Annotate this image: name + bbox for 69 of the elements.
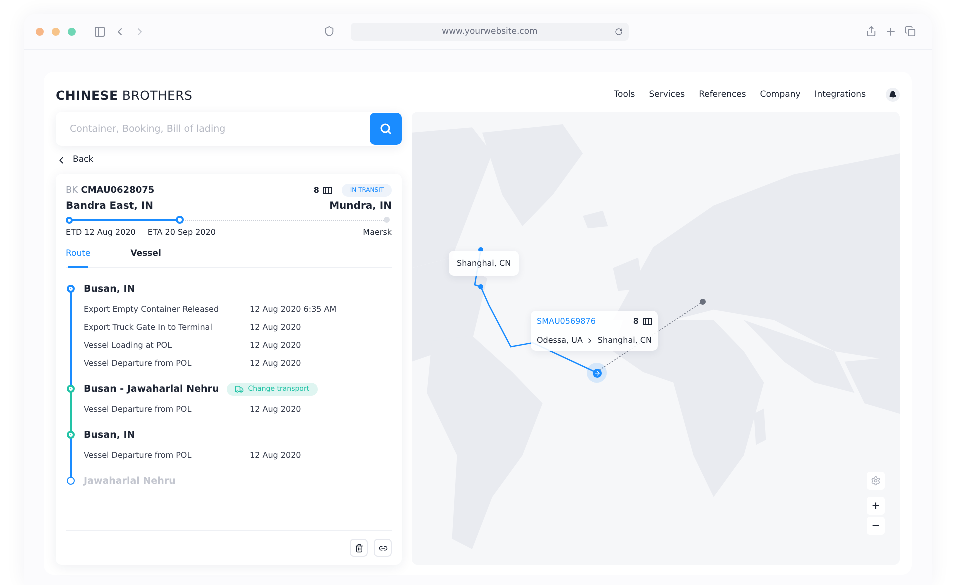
share-icon[interactable]	[866, 26, 877, 37]
nav-link[interactable]: Company	[760, 90, 801, 100]
start-point	[66, 216, 73, 224]
popup-origin: Odessa, UA	[537, 336, 583, 345]
vessel-marker[interactable]	[587, 363, 607, 383]
origin-port: Bandra East, IN	[66, 201, 154, 212]
close-dot[interactable]	[36, 28, 44, 36]
booking-number: BK CMAU0628075	[66, 186, 155, 196]
popup-container-number: SMAU0569876	[537, 317, 596, 326]
stop-marker	[66, 431, 74, 439]
search-button[interactable]	[370, 113, 402, 145]
tabs-icon[interactable]	[905, 26, 916, 37]
truck-icon	[235, 384, 244, 394]
container-icon	[323, 187, 332, 194]
location-label: Shanghai, CN	[449, 251, 520, 276]
search-field[interactable]: Container, Booking, Bill of lading	[56, 112, 402, 146]
shield-icon[interactable]	[324, 26, 335, 37]
popup-destination: Shanghai, CN	[598, 336, 652, 345]
sidebar-icon[interactable]	[94, 26, 106, 38]
search-input[interactable]: Container, Booking, Bill of lading	[68, 122, 370, 136]
popup-count: 8	[633, 317, 639, 326]
event-date: 12 Aug 2020	[250, 404, 302, 414]
event-label: Vessel Departure from POL	[84, 358, 193, 368]
stop-name: Jawaharlal Nehru	[84, 476, 176, 486]
event-label: Vessel Loading at POL	[84, 340, 174, 350]
zoom-out-button[interactable]: −	[867, 517, 885, 535]
event-label: Vessel Departure from POL	[84, 404, 193, 414]
stop-marker	[66, 477, 74, 485]
carrier-name: Maersk	[363, 228, 392, 237]
maximize-dot[interactable]	[68, 28, 76, 36]
stop-marker	[66, 385, 74, 393]
nav-link[interactable]: Integrations	[814, 90, 866, 100]
nav-link[interactable]: Tools	[614, 90, 636, 100]
minimize-dot[interactable]	[52, 28, 60, 36]
settings-button[interactable]	[867, 472, 885, 490]
stop-name: Busan, IN	[84, 284, 136, 294]
bell-icon[interactable]	[886, 88, 900, 102]
event-label: Export Empty Container Released	[84, 304, 220, 314]
event-label: Vessel Departure from POL	[84, 450, 193, 460]
brand-logo[interactable]: CHINESE BROTHERS	[56, 88, 193, 102]
event-label: Export Truck Gate In to Terminal	[84, 322, 214, 332]
search-icon	[380, 123, 392, 135]
zoom-in-button[interactable]: +	[867, 497, 885, 515]
event-date: 12 Aug 2020 6:35 AM	[250, 304, 338, 314]
stop-name: Busan, IN	[84, 430, 136, 440]
delete-button[interactable]	[350, 539, 368, 557]
event-date: 12 Aug 2020	[250, 358, 302, 368]
settings-icon	[871, 476, 881, 486]
back-link[interactable]: Back	[56, 152, 94, 168]
event-date: 12 Aug 2020	[250, 450, 302, 460]
stop-marker	[66, 285, 74, 293]
arrival-date: ETA 20 Sep 2020	[148, 228, 216, 237]
address-bar[interactable]: www.yourwebsite.com	[351, 22, 629, 40]
trash-icon	[354, 544, 364, 552]
tab[interactable]: Vessel	[130, 249, 162, 259]
new-tab-icon[interactable]	[885, 26, 897, 38]
link-button[interactable]	[374, 539, 392, 557]
link-icon	[378, 544, 388, 552]
stop-name: Busan - Jawaharlal Nehru	[84, 384, 220, 394]
container-count: 8	[314, 186, 320, 195]
departure-date: ETD 12 Aug 2020	[66, 228, 136, 237]
container-icon	[643, 318, 652, 325]
destination-port: Mundra, IN	[330, 201, 392, 212]
nav-link[interactable]: Services	[649, 90, 686, 100]
reload-icon[interactable]	[615, 28, 623, 36]
nav-link[interactable]: References	[699, 90, 746, 100]
event-date: 12 Aug 2020	[250, 322, 302, 332]
shipment-popup[interactable]: SMAU0569876 8 Odessa, UA Shanghai, CN	[531, 311, 658, 351]
event-date: 12 Aug 2020	[250, 340, 302, 350]
